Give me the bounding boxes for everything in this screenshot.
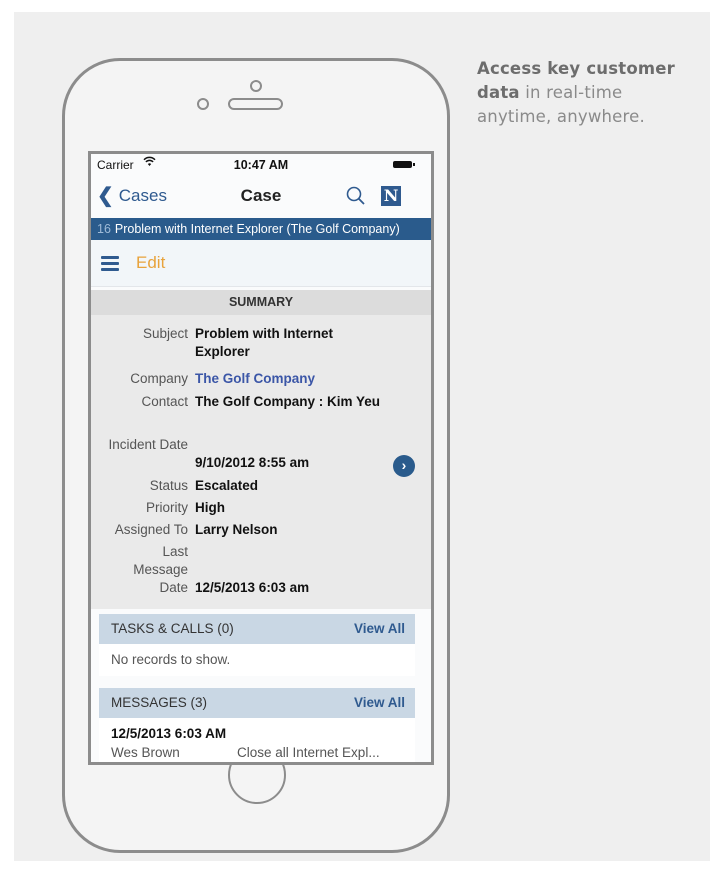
record-title-bar: 16 Problem with Internet Explorer (The Go… — [91, 218, 431, 240]
sensor-icon — [197, 98, 209, 110]
field-value: Escalated — [195, 478, 259, 493]
edit-button[interactable]: Edit — [136, 253, 165, 273]
tasks-calls-header: TASKS & CALLS (0) View All — [99, 614, 415, 644]
field-label: Subject — [142, 326, 188, 341]
message-date: 12/5/2013 6:03 AM — [111, 726, 227, 741]
field-value: 9/10/2012 8:55 am — [195, 455, 310, 470]
summary-header: SUMMARY — [91, 290, 431, 315]
field-label: Incident Date — [108, 437, 188, 452]
field-last-message-date: Last Message Date 12/5/2013 6:03 am — [91, 543, 431, 597]
field-value: High — [195, 500, 225, 515]
messages-header: MESSAGES (3) View All — [99, 688, 415, 718]
field-label: Assigned To — [114, 522, 188, 537]
record-number: 16 — [97, 222, 111, 236]
field-value: Problem with Internet Explorer — [195, 326, 334, 359]
company-link[interactable]: The Golf Company — [195, 370, 390, 388]
field-label: Company — [130, 371, 188, 386]
netsuite-logo-icon[interactable]: N — [381, 186, 401, 206]
tasks-calls-empty: No records to show. — [99, 644, 415, 676]
field-label: Status — [149, 478, 188, 493]
chevron-left-icon: ❮ — [97, 185, 114, 207]
navigation-bar: ❮ Cases Case N — [91, 176, 431, 218]
field-value: The Golf Company : Kim Yeu — [195, 394, 381, 409]
record-title: Problem with Internet Explorer (The Golf… — [114, 222, 400, 236]
field-label: Last Message Date — [133, 544, 188, 595]
camera-icon — [250, 80, 262, 92]
menu-icon[interactable] — [101, 256, 119, 271]
back-button[interactable]: ❮ Cases — [97, 186, 167, 206]
message-subject: Close all Internet Expl... — [237, 745, 380, 760]
field-label: Priority — [145, 500, 188, 515]
status-bar: Carrier 10:47 AM — [91, 154, 431, 176]
summary-section: Subject Problem with Internet Explorer C… — [91, 315, 431, 609]
status-time: 10:47 AM — [233, 158, 289, 172]
field-assigned-to: Assigned To Larry Nelson — [91, 521, 431, 539]
back-label: Cases — [118, 186, 167, 205]
messages-title: MESSAGES (3) — [111, 695, 208, 710]
speaker-icon — [228, 98, 283, 110]
tasks-view-all-link[interactable]: View All — [354, 614, 405, 644]
field-contact: Contact The Golf Company : Kim Yeu — [91, 393, 431, 429]
field-subject: Subject Problem with Internet Explorer — [91, 325, 431, 361]
field-value: 12/5/2013 6:03 am — [195, 580, 310, 595]
field-value: Larry Nelson — [195, 522, 278, 537]
field-company: Company The Golf Company — [91, 370, 431, 388]
tasks-calls-title: TASKS & CALLS (0) — [111, 621, 234, 636]
empty-message: No records to show. — [111, 652, 231, 667]
messages-view-all-link[interactable]: View All — [354, 688, 405, 718]
phone-screen: Carrier 10:47 AM ❮ Cases Case N 16 Proble… — [88, 151, 434, 765]
action-bar: Edit — [91, 240, 431, 287]
battery-icon — [393, 161, 415, 168]
search-icon[interactable] — [345, 185, 367, 207]
field-priority: Priority High — [91, 499, 431, 517]
field-incident-date: Incident Date 9/10/2012 8:55 am — [91, 436, 431, 472]
field-status: Status Escalated — [91, 477, 431, 495]
chevron-right-circle-icon[interactable]: › — [393, 455, 415, 477]
message-list-item[interactable]: 12/5/2013 6:03 AM Wes Brown Close all In… — [99, 718, 415, 762]
message-author: Wes Brown — [111, 745, 180, 760]
marketing-tagline: Access key customer data in real-time an… — [477, 57, 677, 129]
field-label: Contact — [141, 394, 188, 409]
